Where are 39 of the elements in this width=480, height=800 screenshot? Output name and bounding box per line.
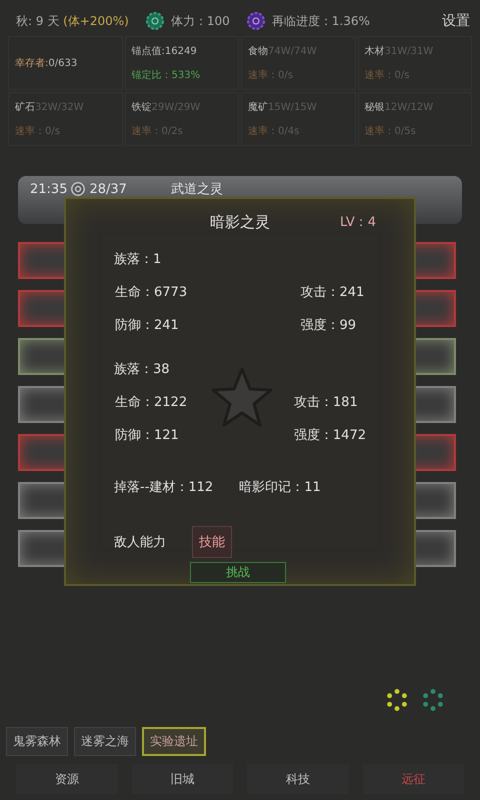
count-text: 28/37 [89, 182, 127, 196]
stamina-icon [144, 11, 165, 31]
time-text: 21:35 [30, 182, 68, 196]
drop-text: 掉落--建材：112 [114, 479, 214, 496]
dialog-title: 暗影之灵 [210, 213, 270, 232]
season-day: 秋: 9 天 (体+200%) [16, 12, 129, 30]
nav-tab[interactable]: 科技 [247, 764, 348, 794]
stat-text: 强度：99 [300, 317, 358, 334]
banner-title: 武道之灵 [170, 182, 223, 196]
stat-text: 生命：2122 [115, 394, 188, 411]
stamina-text: 体力：100 [170, 12, 230, 30]
ring-icon[interactable] [386, 689, 408, 711]
star-icon [210, 366, 274, 428]
nav-tab[interactable]: 资源 [16, 764, 118, 794]
resource-text: 锚点值:16249 [132, 44, 198, 58]
drop-text: 暗影印记：11 [239, 479, 321, 496]
tribe-text: 族落：38 [114, 361, 171, 378]
coin-icon [71, 182, 86, 196]
stat-text: 攻击：181 [292, 394, 359, 411]
tribe-text: 族落：1 [114, 251, 162, 268]
stat-text: 防御：121 [115, 427, 180, 444]
progress-icon [246, 11, 266, 31]
progress-text: 再临进度：1.36% [272, 12, 370, 30]
region-tab[interactable]: 迷雾之海 [74, 727, 136, 756]
stat-text: 攻击：241 [300, 284, 366, 301]
ability-label: 敌人能力 [114, 534, 166, 551]
challenge-button[interactable]: 挑战 [190, 562, 286, 583]
skill-button[interactable]: 技能 [192, 526, 232, 558]
settings-button[interactable]: 设置 [442, 12, 470, 30]
stat-text: 防御：241 [115, 317, 180, 334]
anchor-ratio: 锚定比：533% [132, 68, 202, 82]
resource-text: 幸存者:0/633 [15, 56, 78, 70]
stat-text: 生命：6773 [115, 284, 188, 301]
ring-icon[interactable] [422, 689, 444, 711]
region-tab[interactable]: 实验遗址 [142, 727, 206, 756]
nav-tab[interactable]: 旧城 [132, 764, 233, 794]
stat-text: 强度：1472 [292, 427, 366, 444]
level-text: LV：4 [340, 214, 376, 231]
region-tab[interactable]: 鬼雾森林 [6, 727, 68, 756]
